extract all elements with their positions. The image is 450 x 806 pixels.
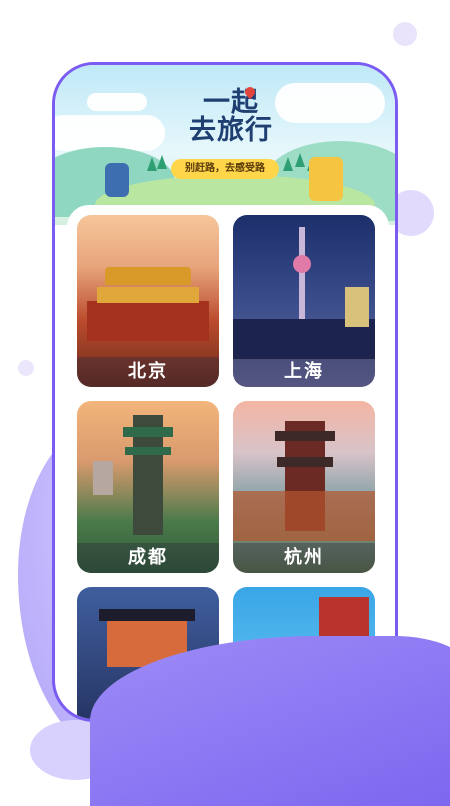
- travel-banner: 一起 去旅行 别赶路，去感受路: [55, 65, 395, 235]
- tree-decor: [295, 153, 305, 167]
- banner-title-line: 去旅行: [189, 115, 273, 146]
- palace-wall-decor: [87, 301, 209, 341]
- traveler-figure: [105, 163, 129, 197]
- cloud-decor: [55, 115, 165, 151]
- traveler-figure: [309, 157, 343, 201]
- city-card-shanghai[interactable]: 上海: [233, 215, 375, 387]
- city-name: 上海: [233, 357, 375, 387]
- tree-decor: [157, 155, 167, 169]
- tower-sphere-decor: [293, 255, 311, 273]
- pagoda-roof-decor: [275, 431, 335, 441]
- pagoda-roof-decor: [123, 427, 173, 437]
- city-block-decor: [93, 461, 113, 495]
- city-name: 北京: [77, 357, 219, 387]
- decor-bubble: [18, 360, 34, 376]
- city-card-hangzhou[interactable]: 杭州: [233, 401, 375, 573]
- pagoda-roof-decor: [125, 447, 171, 455]
- cloud-decor: [275, 83, 385, 123]
- city-card-beijing[interactable]: 北京: [77, 215, 219, 387]
- banner-title: 一起 去旅行: [171, 89, 291, 145]
- pagoda-roof-decor: [277, 457, 333, 467]
- city-name: 成都: [77, 543, 219, 573]
- skyscraper-decor: [345, 287, 369, 327]
- banner-tagline: 别赶路，去感受路: [171, 159, 279, 179]
- phone-frame: 一起 去旅行 别赶路，去感受路 北京 上海 成都 杭州: [52, 62, 398, 722]
- decor-bubble: [393, 22, 417, 46]
- autumn-trees-decor: [233, 491, 375, 541]
- banner-title-line: 一起: [203, 87, 259, 118]
- city-card-chengdu[interactable]: 成都: [77, 401, 219, 573]
- palace-roof-decor: [97, 287, 199, 303]
- pagoda-roof-decor: [99, 609, 195, 621]
- tree-decor: [147, 157, 157, 171]
- palace-roof-decor: [105, 267, 191, 285]
- city-name: 杭州: [233, 543, 375, 573]
- tree-decor: [283, 157, 293, 171]
- cloud-decor: [87, 93, 147, 111]
